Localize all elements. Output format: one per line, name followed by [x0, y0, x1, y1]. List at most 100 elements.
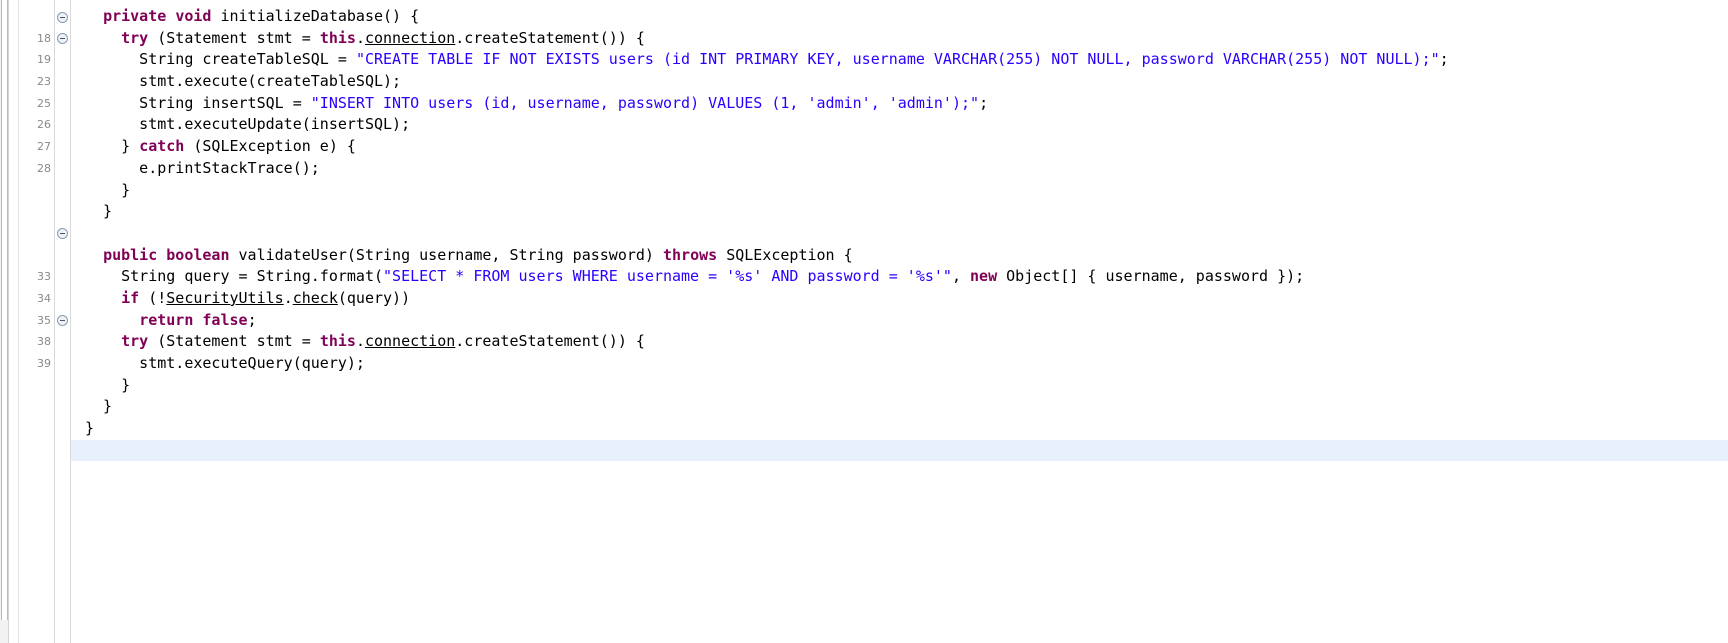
code-line[interactable]: public boolean validateUser(String usern… — [71, 245, 1728, 267]
code-token-plain: } — [85, 137, 140, 156]
line-number — [19, 418, 54, 440]
code-content-area[interactable]: private void initializeDatabase() { try … — [71, 0, 1728, 643]
overview-ruler-scrollbar[interactable] — [0, 0, 9, 643]
fold-row — [55, 396, 70, 418]
code-line[interactable]: } — [71, 201, 1728, 223]
code-token-plain: stmt.executeUpdate(insertSQL); — [85, 115, 411, 134]
collapse-fold-icon[interactable] — [57, 315, 68, 327]
code-token-str: "INSERT INTO users (id, username, passwo… — [310, 93, 980, 112]
code-line[interactable]: return false; — [71, 310, 1728, 332]
code-token-kw: this — [319, 332, 356, 351]
fold-row[interactable] — [55, 28, 70, 50]
code-token-plain: .createStatement()) { — [455, 332, 645, 351]
collapse-fold-icon[interactable] — [57, 228, 68, 240]
code-token-plain: . — [283, 288, 293, 307]
code-line[interactable]: stmt.execute(createTableSQL); — [71, 71, 1728, 93]
code-line[interactable]: try (Statement stmt = this.connection.cr… — [71, 331, 1728, 353]
code-token-str: "SELECT * FROM users WHERE username = '%… — [383, 267, 952, 286]
line-number: 35 — [37, 313, 51, 327]
collapse-fold-icon[interactable] — [57, 11, 68, 23]
code-token-stc: connection — [364, 28, 456, 47]
code-line[interactable]: e.printStackTrace(); — [71, 158, 1728, 180]
fold-row — [55, 331, 70, 353]
code-token-plain: validateUser(String username, String pas… — [229, 245, 663, 264]
fold-row — [55, 375, 70, 397]
line-number — [19, 180, 54, 202]
fold-row[interactable] — [55, 223, 70, 245]
code-line[interactable]: String insertSQL = "INSERT INTO users (i… — [71, 93, 1728, 115]
code-line[interactable]: try (Statement stmt = this.connection.cr… — [71, 28, 1728, 50]
code-token-plain: (Statement stmt = — [148, 332, 320, 351]
code-token-plain: (Statement stmt = — [148, 28, 320, 47]
fold-row — [55, 288, 70, 310]
line-number — [19, 245, 54, 267]
line-number-gutter[interactable]: 18 19 23 25 26 27 28 33 34 35 38 39 — [19, 0, 55, 643]
fold-row — [55, 114, 70, 136]
code-token-kw: this — [319, 28, 356, 47]
current-line-row[interactable] — [71, 439, 1728, 462]
code-folding-margin[interactable] — [55, 0, 71, 643]
line-number: 18 — [37, 31, 51, 45]
code-token-kw: private — [103, 7, 167, 25]
code-line[interactable]: String query = String.format("SELECT * F… — [71, 266, 1728, 288]
code-token-plain: , — [951, 267, 971, 286]
fold-row — [55, 93, 70, 115]
line-number — [19, 201, 54, 223]
code-token-kw: false — [202, 310, 248, 329]
code-token-plain: String insertSQL = — [85, 93, 311, 112]
fold-row[interactable] — [55, 310, 70, 332]
fold-row — [55, 418, 70, 440]
code-token-kw: return — [139, 310, 194, 329]
code-token-kw: new — [970, 267, 998, 286]
code-token-plain: (query)) — [337, 288, 411, 307]
line-number: 28 — [37, 161, 51, 175]
fold-row — [55, 180, 70, 202]
code-line[interactable]: String createTableSQL = "CREATE TABLE IF… — [71, 49, 1728, 71]
code-token-kw: catch — [139, 137, 185, 156]
code-line[interactable]: private void initializeDatabase() { — [71, 6, 1728, 28]
code-line[interactable] — [71, 223, 1728, 245]
collapse-fold-icon[interactable] — [57, 33, 68, 45]
code-token-plain: stmt.execute(createTableSQL); — [85, 72, 402, 91]
line-number: 33 — [37, 270, 51, 284]
code-token-stc: check — [292, 288, 338, 307]
line-number: 23 — [37, 75, 51, 89]
code-line[interactable]: stmt.executeUpdate(insertSQL); — [71, 114, 1728, 136]
fold-row — [55, 201, 70, 223]
code-token-stc: connection — [364, 332, 456, 351]
code-token-plain: stmt.executeQuery(query); — [85, 354, 365, 372]
fold-row[interactable] — [55, 6, 70, 28]
overview-ruler-thumb[interactable] — [1, 0, 8, 620]
code-token-plain: } — [85, 375, 131, 394]
code-line[interactable]: } — [71, 180, 1728, 202]
code-line[interactable]: stmt.executeQuery(query); — [71, 353, 1728, 375]
code-line[interactable]: if (!SecurityUtils.check(query)) — [71, 288, 1728, 310]
line-number: 38 — [37, 335, 51, 349]
fold-row — [55, 245, 70, 267]
code-token-plain: e.printStackTrace(); — [85, 158, 320, 177]
code-line[interactable]: } — [71, 418, 1728, 440]
fold-row — [55, 353, 70, 375]
code-token-plain: ; — [247, 310, 257, 329]
code-line[interactable]: } catch (SQLException e) { — [71, 136, 1728, 158]
line-number — [19, 6, 54, 28]
annotation-marker-strip[interactable] — [9, 0, 19, 643]
code-line[interactable]: } — [71, 375, 1728, 397]
line-number — [19, 375, 54, 397]
line-number — [19, 440, 54, 462]
code-line[interactable]: } — [71, 396, 1728, 418]
code-token-kw: try — [121, 332, 149, 351]
code-editor[interactable]: 18 19 23 25 26 27 28 33 34 35 38 39 private void in… — [0, 0, 1728, 643]
fold-row — [55, 440, 70, 462]
line-number — [19, 223, 54, 245]
fold-row — [55, 266, 70, 288]
code-token-kw: if — [121, 288, 140, 307]
code-token-kw: public — [103, 245, 158, 264]
